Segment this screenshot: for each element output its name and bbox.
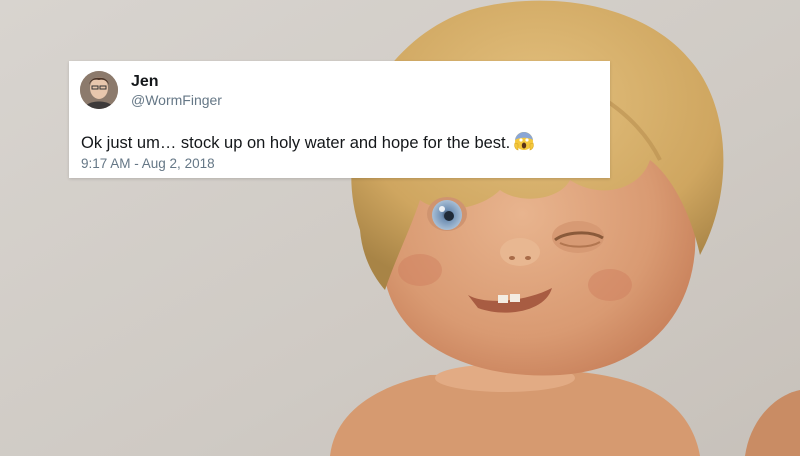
tweet-timestamp[interactable]: 9:17 AM - Aug 2, 2018 xyxy=(81,156,215,171)
doll-nose xyxy=(500,238,540,266)
profile-photo-icon xyxy=(80,71,118,109)
author-handle[interactable]: @WormFinger xyxy=(131,92,222,108)
avatar[interactable] xyxy=(80,71,118,109)
tweet-text-line: Ok just um… stock up on holy water and h… xyxy=(81,131,534,153)
tweet-text: Ok just um… stock up on holy water and h… xyxy=(81,134,511,152)
author-name[interactable]: Jen xyxy=(131,73,159,91)
face-screaming-in-fear-icon xyxy=(514,132,534,151)
tweet-card: Jen @WormFinger Ok just um… stock up on … xyxy=(69,61,610,178)
